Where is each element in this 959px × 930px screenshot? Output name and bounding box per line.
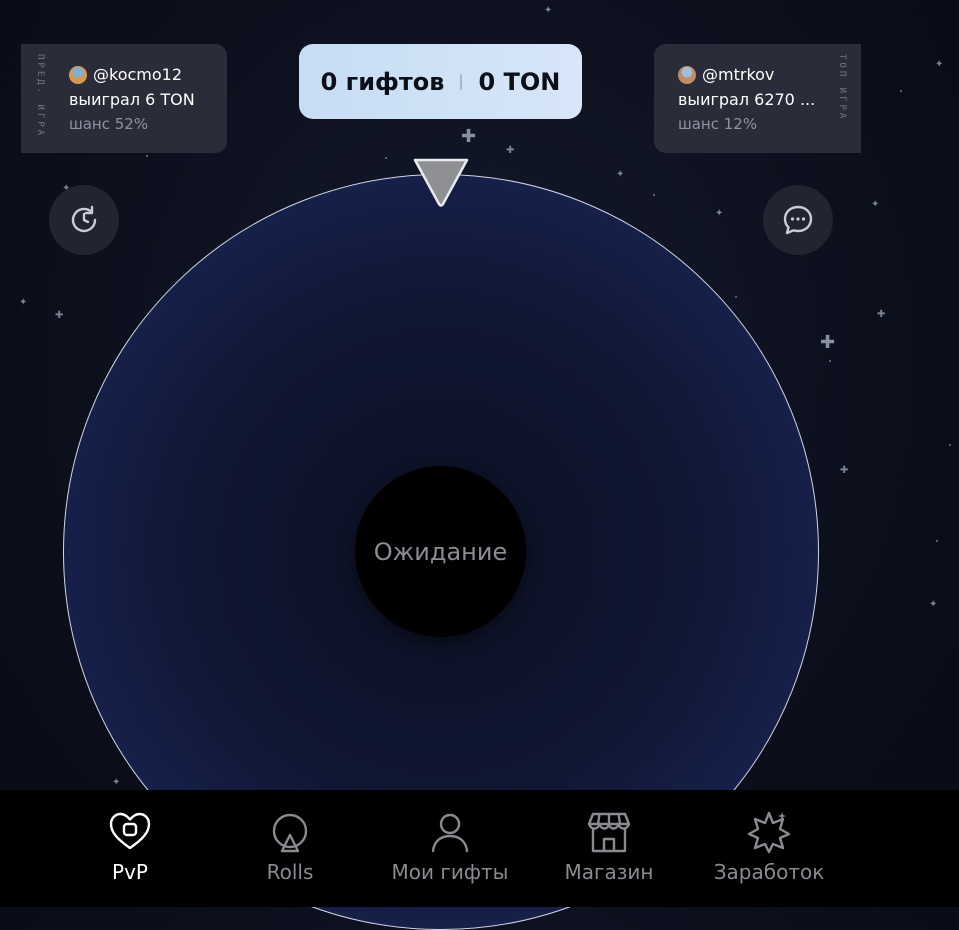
top-game-card[interactable]: ТОП ИГРА @mtrkov выиграл 6270 ... шанс 1… <box>654 44 861 153</box>
tab-pvp-label: PvP <box>112 860 148 884</box>
tab-my-gifts[interactable]: Мои гифты <box>370 810 530 884</box>
tab-earnings[interactable]: Заработок <box>689 810 849 884</box>
tab-shop[interactable]: Магазин <box>529 810 689 884</box>
wheel-center: Ожидание <box>355 466 526 637</box>
previous-game-win: выиграл 6 TON <box>69 90 195 109</box>
rolls-icon <box>272 813 308 853</box>
pot-summary: 0 гифтов 0 TON <box>299 44 582 119</box>
previous-game-user: @kocmo12 <box>69 65 182 84</box>
avatar <box>678 65 696 84</box>
pot-divider <box>460 73 463 90</box>
chat-icon <box>783 205 813 235</box>
history-icon <box>71 205 97 233</box>
previous-game-card[interactable]: ПРЕД. ИГРА @kocmo12 выиграл 6 TON шанс 5… <box>21 44 227 153</box>
star-burst-icon <box>747 811 791 854</box>
top-game-label: ТОП ИГРА <box>837 54 847 122</box>
user-icon <box>431 813 469 853</box>
previous-game-username: @kocmo12 <box>93 65 183 84</box>
bottom-tab-bar: PvP Rolls Мои гифты Магазин Заработок <box>0 790 959 907</box>
tab-my-gifts-label: Мои гифты <box>391 860 509 884</box>
previous-game-label: ПРЕД. ИГРА <box>35 54 45 139</box>
tab-earnings-label: Заработок <box>713 860 825 884</box>
chat-button[interactable] <box>763 185 833 255</box>
tab-rolls-label: Rolls <box>266 860 314 884</box>
pot-ton-amount: 0 TON <box>478 67 561 96</box>
shop-icon <box>587 812 631 853</box>
wheel-status: Ожидание <box>373 537 508 566</box>
top-game-user: @mtrkov <box>678 65 774 84</box>
heart-icon <box>109 812 151 850</box>
top-game-chance: шанс 12% <box>678 115 758 133</box>
pot-gifts-count: 0 гифтов <box>320 67 445 96</box>
tab-shop-label: Магазин <box>564 860 654 884</box>
tab-pvp[interactable]: PvP <box>50 810 210 884</box>
history-button[interactable] <box>49 185 119 255</box>
top-game-username: @mtrkov <box>702 65 775 84</box>
previous-game-chance: шанс 52% <box>69 115 149 133</box>
tab-rolls[interactable]: Rolls <box>210 810 370 884</box>
top-game-win: выиграл 6270 ... <box>678 90 816 109</box>
wheel-pointer-icon <box>413 158 469 207</box>
avatar <box>69 65 87 84</box>
